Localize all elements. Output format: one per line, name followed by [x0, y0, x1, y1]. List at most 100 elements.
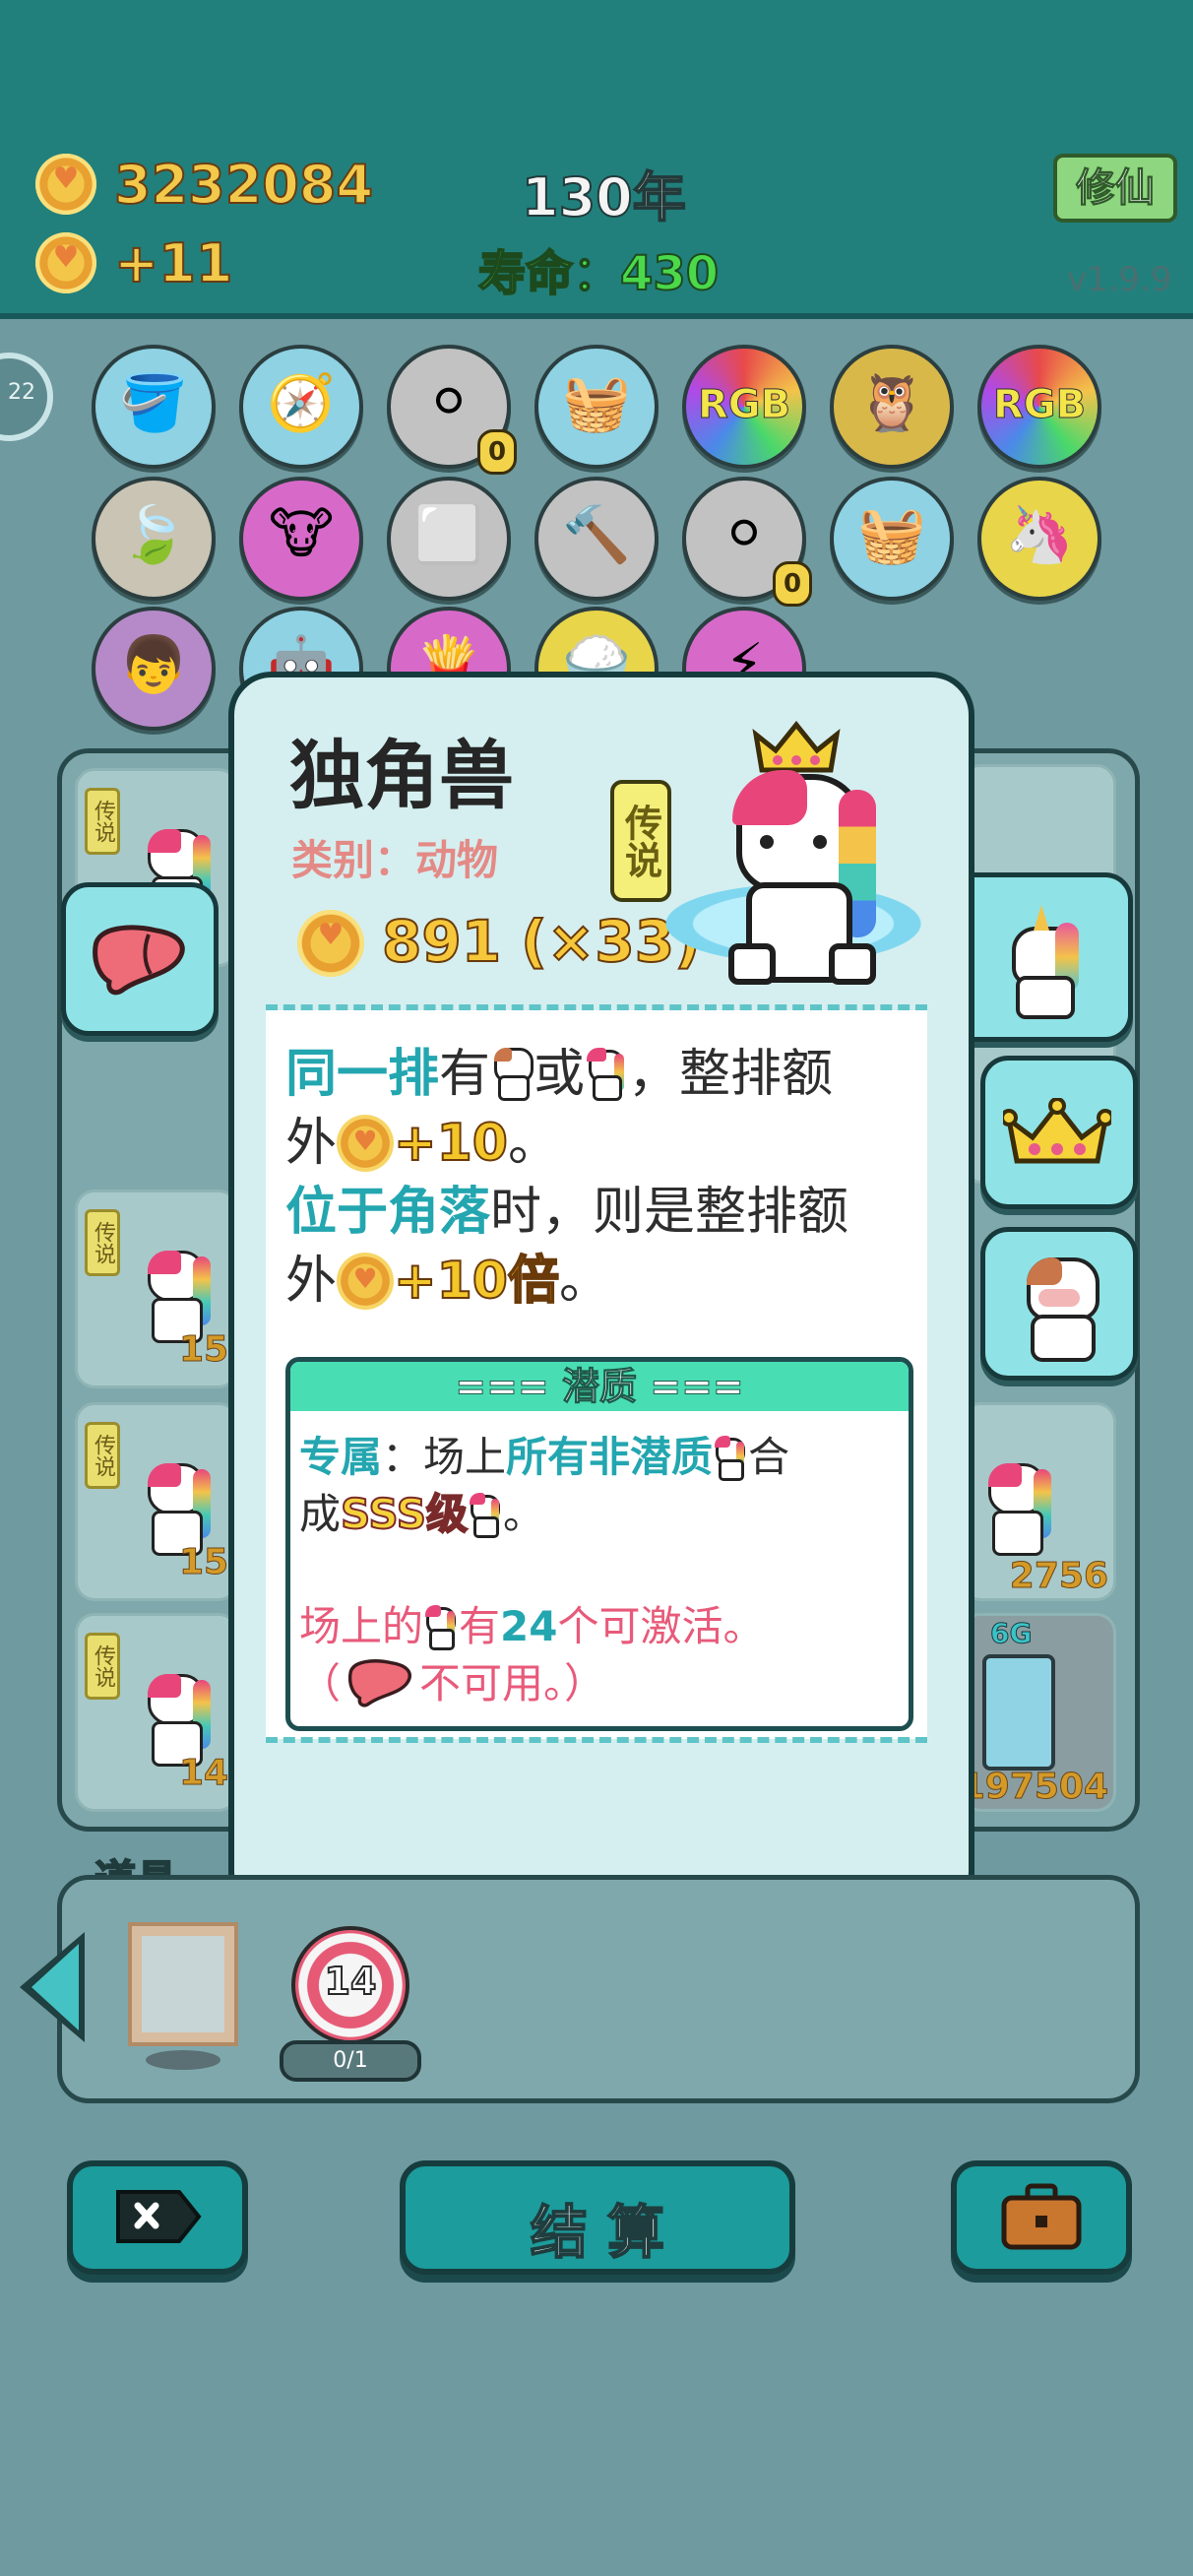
reroll-target-button[interactable]: 14 — [291, 1926, 409, 2044]
reroll-count: 14 — [324, 1959, 378, 2004]
reroll-progress: 0/1 — [280, 2040, 421, 2082]
legend-tag: 传说 — [85, 1209, 120, 1276]
frame-inner — [142, 1936, 224, 2032]
unicorn-icon — [423, 1601, 459, 1650]
coin-rate: +11 — [113, 231, 233, 295]
liver-icon — [93, 925, 185, 996]
card-value: 15 — [178, 1329, 229, 1371]
latent-line-2: 成SSS级。 — [299, 1481, 544, 1541]
slot-hammer[interactable]: 🔨 — [534, 477, 659, 601]
top-status-bar: 3232084 +11 130年 寿命：430 修仙 v1.9.9 — [0, 0, 1193, 319]
latent-text: ：场上 — [382, 1433, 507, 1481]
desc-line-2: 外 +10。 — [285, 1101, 559, 1175]
latent-text: 合 — [748, 1433, 790, 1481]
slot-math-kid[interactable]: 👦 — [92, 607, 216, 731]
legend-tag: 传说 — [85, 1422, 120, 1489]
slot-pump[interactable]: 🪣 — [92, 345, 216, 469]
slot-rgb[interactable]: RGB — [977, 345, 1101, 469]
desc-line-4: 外 +10倍。 — [285, 1239, 610, 1313]
card-value: 15 — [178, 1542, 229, 1583]
latent-text: 有 — [459, 1602, 501, 1650]
liver-button[interactable] — [61, 882, 219, 1036]
latent-line-4: （ 不可用。） — [299, 1650, 605, 1710]
latent-text: （ — [299, 1659, 342, 1707]
coin-total: 3232084 — [113, 153, 374, 217]
egg-tray-icon: ⚪ — [425, 370, 472, 434]
unicorn-icon — [585, 1042, 628, 1101]
prev-arrow-icon — [31, 1944, 79, 2030]
settle-button[interactable]: 结 算 — [400, 2160, 795, 2275]
latent-text: 场上的 — [299, 1602, 424, 1650]
popup-title: 独角兽 — [289, 732, 514, 819]
card-value: 2756 — [1009, 1556, 1108, 1597]
coin-rate-icon — [35, 232, 96, 293]
cow-side-button[interactable] — [980, 1227, 1138, 1381]
cow-icon — [490, 1042, 534, 1101]
fruit-basket-icon: 🧺 — [562, 371, 631, 435]
hammer-icon: 🔨 — [562, 503, 631, 567]
side-counter-value: 22 — [8, 380, 35, 405]
prev-page-arrow[interactable] — [20, 1932, 85, 2042]
math-kid-icon: 👦 — [119, 633, 188, 697]
leaf-icon: 🍃 — [119, 503, 188, 567]
slot-unicorn[interactable]: 🦄 — [977, 477, 1101, 601]
desc-multiplier: +10倍 — [393, 1251, 560, 1312]
unicorn-illustration — [665, 719, 931, 985]
desc-text: 外 — [285, 1252, 338, 1311]
slot-owls[interactable]: 🦉 — [830, 345, 954, 469]
cow-icon — [1019, 1250, 1101, 1362]
desc-text: 有 — [439, 1045, 491, 1104]
desc-text: 。 — [507, 1114, 559, 1173]
desc-same-row: 同一排 — [285, 1045, 440, 1104]
price-coin-icon — [297, 910, 364, 977]
popup-category: 类别：动物 — [291, 836, 499, 884]
pump-icon: 🪣 — [119, 371, 188, 435]
latent-line-1: 专属：场上所有非潜质合 — [299, 1424, 789, 1484]
slot-rgb[interactable]: RGB — [682, 345, 806, 469]
item-shadow — [146, 2050, 220, 2070]
latent-line-3: 场上的 有24个可激活。 — [299, 1593, 765, 1653]
desc-text: 。 — [558, 1252, 610, 1311]
slot-pink-box[interactable]: 🐮 — [239, 477, 363, 601]
slot-compass[interactable]: 🧭 — [239, 345, 363, 469]
empty-frame-item[interactable] — [128, 1922, 238, 2046]
latent-header: === 潜质 === — [290, 1362, 909, 1411]
desc-corner: 位于角落 — [285, 1183, 491, 1242]
rgb-icon: RGB — [992, 382, 1087, 428]
card-value: 14 — [178, 1753, 229, 1794]
coin-icon — [337, 1115, 395, 1172]
settle-label: 结 算 — [530, 2198, 665, 2267]
inventory-button[interactable] — [951, 2160, 1132, 2275]
crown-icon — [1003, 1098, 1111, 1164]
unicorn-icon — [1004, 899, 1083, 1019]
xiuxian-button[interactable]: 修仙 — [1053, 154, 1177, 223]
card-label: 6G — [989, 1617, 1033, 1650]
desc-text: ，整排额 — [628, 1045, 834, 1104]
version-label: v1.9.9 — [1067, 260, 1172, 299]
desc-text: 外 — [285, 1114, 338, 1173]
fridge-icon — [982, 1654, 1055, 1771]
sell-button[interactable] — [67, 2160, 248, 2275]
latent-text: 不可用。） — [419, 1659, 606, 1707]
slot-sugar-cubes[interactable]: ⬜ — [387, 477, 511, 601]
legend-tag: 传说 — [85, 788, 120, 855]
unicorn-icon — [713, 1432, 748, 1481]
side-counter-badge[interactable]: 22 — [0, 353, 53, 441]
egg-tray-icon: ⚪ — [721, 502, 768, 566]
desc-bonus: +10 — [393, 1113, 509, 1174]
coin-icon — [35, 154, 96, 215]
delete-tag-icon — [116, 2190, 202, 2243]
desc-text: 时，则是整排额 — [490, 1183, 849, 1242]
coin-icon — [337, 1253, 395, 1310]
crown-side-button[interactable] — [980, 1056, 1138, 1209]
slot-fruit-basket[interactable]: 🧺 — [830, 477, 954, 601]
slot-leaf[interactable]: 🍃 — [92, 477, 216, 601]
liver-icon — [347, 1659, 411, 1707]
slot-count-badge: 0 — [773, 561, 812, 607]
unicorn-icon — [468, 1489, 503, 1538]
slot-count-badge: 0 — [477, 429, 517, 475]
unicorn-icon: 🦄 — [1005, 503, 1074, 567]
price-value: 891 (×33) — [381, 907, 702, 976]
briefcase-icon — [1001, 2183, 1082, 2250]
slot-fruit-basket[interactable]: 🧺 — [534, 345, 659, 469]
